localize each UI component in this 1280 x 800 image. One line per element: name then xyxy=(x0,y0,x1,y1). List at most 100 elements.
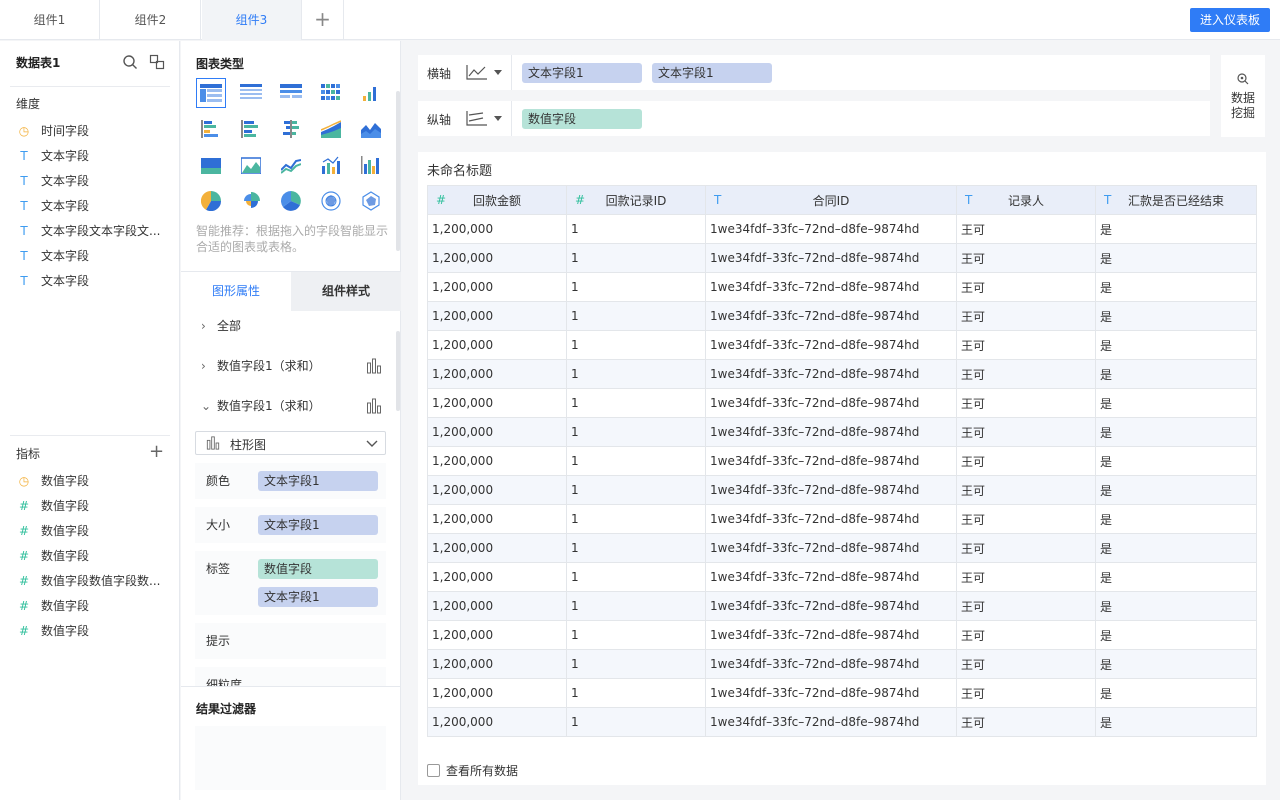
horizontal-bar-icon[interactable] xyxy=(196,114,226,144)
bar-chart-icon[interactable] xyxy=(366,358,382,374)
dimension-field[interactable]: T 文本字段 xyxy=(16,196,166,216)
number-type-icon: # xyxy=(18,549,30,563)
plus-icon[interactable]: + xyxy=(302,0,344,40)
metric-field[interactable]: # 数值字段 xyxy=(16,546,166,566)
column-chart-icon[interactable] xyxy=(356,150,386,180)
tab-component-1[interactable]: 组件1 xyxy=(0,0,100,40)
table-row[interactable]: 1,200,000 1 1we34fdf–33fc–72nd–d8fe–9874hd… xyxy=(427,214,1257,244)
table-row[interactable]: 1,200,000 1 1we34fdf–33fc–72nd–d8fe–9874hd… xyxy=(427,591,1257,621)
table-cell: 是 xyxy=(1095,417,1257,447)
column-header[interactable]: # 回款金额 xyxy=(427,185,567,215)
tab-graphic-properties[interactable]: 图形属性 xyxy=(181,272,291,311)
checkbox-icon[interactable] xyxy=(427,764,440,777)
scrollbar[interactable] xyxy=(396,331,400,411)
pie-chart-icon[interactable] xyxy=(196,186,226,216)
tree-item-all[interactable]: › 全部 xyxy=(201,316,241,336)
filled-area-icon[interactable] xyxy=(196,150,226,180)
caret-down-icon[interactable] xyxy=(494,116,502,121)
tooltip-label: 提示 xyxy=(206,634,231,648)
y-axis-field-pill[interactable]: 数值字段 xyxy=(522,109,642,129)
table-row[interactable]: 1,200,000 1 1we34fdf–33fc–72nd–d8fe–9874hd… xyxy=(427,620,1257,650)
dimension-field[interactable]: T 文本字段 xyxy=(16,271,166,291)
view-all-data-checkbox[interactable]: 查看所有数据 xyxy=(427,762,518,779)
table-cell: 1 xyxy=(566,649,706,679)
result-filter-dropzone[interactable] xyxy=(195,726,386,790)
tab-component-3[interactable]: 组件3 xyxy=(202,0,302,40)
label-field-pill[interactable]: 数值字段 xyxy=(258,559,378,579)
polygon-radar-icon[interactable] xyxy=(356,186,386,216)
metric-field[interactable]: # 数值字段数值字段数... xyxy=(16,571,166,591)
table-row[interactable]: 1,200,000 1 1we34fdf–33fc–72nd–d8fe–9874hd… xyxy=(427,678,1257,708)
switch-dataset-icon[interactable] xyxy=(149,54,165,70)
mountain-chart-icon[interactable] xyxy=(236,150,266,180)
metric-field[interactable]: ◷ 数值字段 xyxy=(16,471,166,491)
table-row[interactable]: 1,200,000 1 1we34fdf–33fc–72nd–d8fe–9874hd… xyxy=(427,388,1257,418)
caret-down-icon[interactable] xyxy=(494,70,502,75)
data-mining-button[interactable]: 数据挖掘 xyxy=(1221,55,1265,137)
table-chart-icon[interactable] xyxy=(196,78,226,108)
add-metric-icon[interactable]: + xyxy=(149,443,164,461)
bar-chart-icon[interactable] xyxy=(366,398,382,414)
column-header[interactable]: # 回款记录ID xyxy=(566,185,706,215)
dimension-field[interactable]: T 文本字段 xyxy=(16,246,166,266)
label-field-pill[interactable]: 文本字段1 xyxy=(258,587,378,607)
rose-chart-icon[interactable] xyxy=(236,186,266,216)
chart-type-select[interactable]: 柱形图 xyxy=(195,431,386,455)
line-chart-icon[interactable] xyxy=(276,150,306,180)
table-row[interactable]: 1,200,000 1 1we34fdf–33fc–72nd–d8fe–9874hd… xyxy=(427,504,1257,534)
table-row[interactable]: 1,200,000 1 1we34fdf–33fc–72nd–d8fe–9874hd… xyxy=(427,649,1257,679)
table-cell: 1,200,000 xyxy=(427,446,567,476)
x-axis-field-pill[interactable]: 文本字段1 xyxy=(522,63,642,83)
area-chart-icon[interactable] xyxy=(356,114,386,144)
table-row[interactable]: 1,200,000 1 1we34fdf–33fc–72nd–d8fe–9874hd… xyxy=(427,417,1257,447)
cross-table-icon[interactable] xyxy=(276,78,306,108)
dimension-field[interactable]: T 文本字段文本字段文... xyxy=(16,221,166,241)
scrollbar[interactable] xyxy=(396,91,400,251)
table-cell: 王可 xyxy=(956,417,1096,447)
table-row[interactable]: 1,200,000 1 1we34fdf–33fc–72nd–d8fe–9874hd… xyxy=(427,446,1257,476)
tab-component-style[interactable]: 组件样式 xyxy=(291,272,401,311)
grouped-bar-icon[interactable] xyxy=(236,114,266,144)
x-axis-field-pill[interactable]: 文本字段1 xyxy=(652,63,772,83)
detail-table-icon[interactable] xyxy=(236,78,266,108)
tab-component-2[interactable]: 组件2 xyxy=(101,0,201,40)
table-row[interactable]: 1,200,000 1 1we34fdf–33fc–72nd–d8fe–9874hd… xyxy=(427,359,1257,389)
metric-field[interactable]: # 数值字段 xyxy=(16,496,166,516)
table-row[interactable]: 1,200,000 1 1we34fdf–33fc–72nd–d8fe–9874hd… xyxy=(427,475,1257,505)
metric-field[interactable]: # 数值字段 xyxy=(16,596,166,616)
ranked-bar-icon[interactable] xyxy=(356,78,386,108)
table-row[interactable]: 1,200,000 1 1we34fdf–33fc–72nd–d8fe–9874hd… xyxy=(427,243,1257,273)
dimension-field[interactable]: T 文本字段 xyxy=(16,171,166,191)
number-type-icon: # xyxy=(18,624,30,638)
dimension-field[interactable]: T 文本字段 xyxy=(16,146,166,166)
x-axis-icon[interactable] xyxy=(466,64,488,80)
column-header[interactable]: T 汇款是否已经结束 xyxy=(1095,185,1257,215)
text-type-icon: T xyxy=(20,249,28,263)
table-row[interactable]: 1,200,000 1 1we34fdf–33fc–72nd–d8fe–9874hd… xyxy=(427,562,1257,592)
enter-dashboard-button[interactable]: 进入仪表板 xyxy=(1190,8,1270,32)
table-row[interactable]: 1,200,000 1 1we34fdf–33fc–72nd–d8fe–9874hd… xyxy=(427,330,1257,360)
dimension-field[interactable]: ◷ 时间字段 xyxy=(16,121,166,141)
table-row[interactable]: 1,200,000 1 1we34fdf–33fc–72nd–d8fe–9874hd… xyxy=(427,301,1257,331)
heat-table-icon[interactable] xyxy=(316,78,346,108)
table-row[interactable]: 1,200,000 1 1we34fdf–33fc–72nd–d8fe–9874hd… xyxy=(427,533,1257,563)
tree-item-measure[interactable]: › 数值字段1（求和） xyxy=(201,356,321,376)
size-field-pill[interactable]: 文本字段1 xyxy=(258,515,378,535)
radar-chart-icon[interactable] xyxy=(316,186,346,216)
search-icon[interactable] xyxy=(122,54,138,70)
bar-line-combo-icon[interactable] xyxy=(316,150,346,180)
column-header[interactable]: T 合同ID xyxy=(705,185,957,215)
table-row[interactable]: 1,200,000 1 1we34fdf–33fc–72nd–d8fe–9874hd… xyxy=(427,272,1257,302)
stacked-area-icon[interactable] xyxy=(316,114,346,144)
donut-chart-icon[interactable] xyxy=(276,186,306,216)
tree-item-measure-expanded[interactable]: ⌄ 数值字段1（求和） xyxy=(201,396,321,416)
property-tabs: 图形属性 组件样式 xyxy=(181,271,401,311)
table-cell: 是 xyxy=(1095,446,1257,476)
y-axis-icon[interactable] xyxy=(466,110,488,126)
metric-field[interactable]: # 数值字段 xyxy=(16,621,166,641)
color-field-pill[interactable]: 文本字段1 xyxy=(258,471,378,491)
table-row[interactable]: 1,200,000 1 1we34fdf–33fc–72nd–d8fe–9874hd… xyxy=(427,707,1257,737)
column-header[interactable]: T 记录人 xyxy=(956,185,1096,215)
diverging-bar-icon[interactable] xyxy=(276,114,306,144)
metric-field[interactable]: # 数值字段 xyxy=(16,521,166,541)
